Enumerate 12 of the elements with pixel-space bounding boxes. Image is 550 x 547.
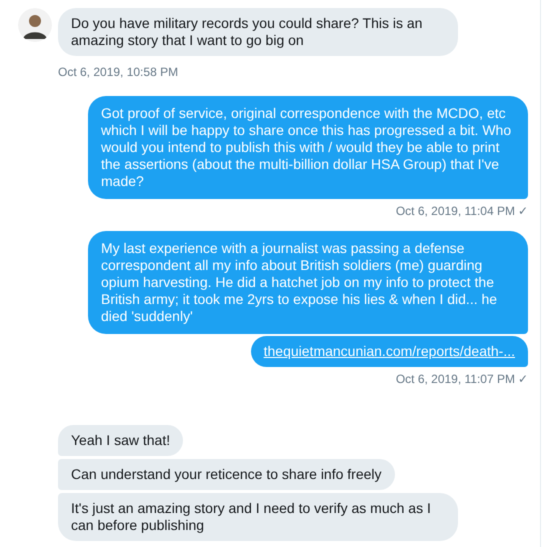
message-bubble: Got proof of service, original correspondence with the MCDO, etc which I will be happy to share once this has progressed a bit. Who would you intend to publish this with / would they be able to print the assertions (about the multi-billion dollar HSA Group) that I've made?: [88, 96, 528, 199]
message-bubble: It's just an amazing story and I need to verify as much as I can before publishing: [58, 493, 458, 541]
message-bubble: Do you have military records you could share? This is an amazing story that I want to go big on: [58, 8, 458, 56]
read-check: ✓: [518, 371, 528, 387]
timestamp: Oct 6, 2019, 11:04 PM: [396, 203, 515, 219]
link[interactable]: thequietmancunian.com/reports/death-...: [250, 336, 528, 367]
read-check: ✓: [518, 203, 528, 219]
message-bubble: My last experience with a journalist was passing a defense correspondent all my info about British soldiers (me) guarding opium harvesting. He did a hatchet job on my info to protect the British army; it took me 2yrs to expose his lies & when I did... he died 'suddenly': [88, 231, 528, 334]
message-bubble: Yeah I saw that!: [58, 425, 184, 456]
message-bubble: Can understand your reticence to share info freely: [58, 459, 395, 490]
timestamp: Oct 6, 2019, 10:58 PM: [58, 65, 178, 79]
timestamp: Oct 6, 2019, 11:07 PM: [396, 371, 515, 387]
